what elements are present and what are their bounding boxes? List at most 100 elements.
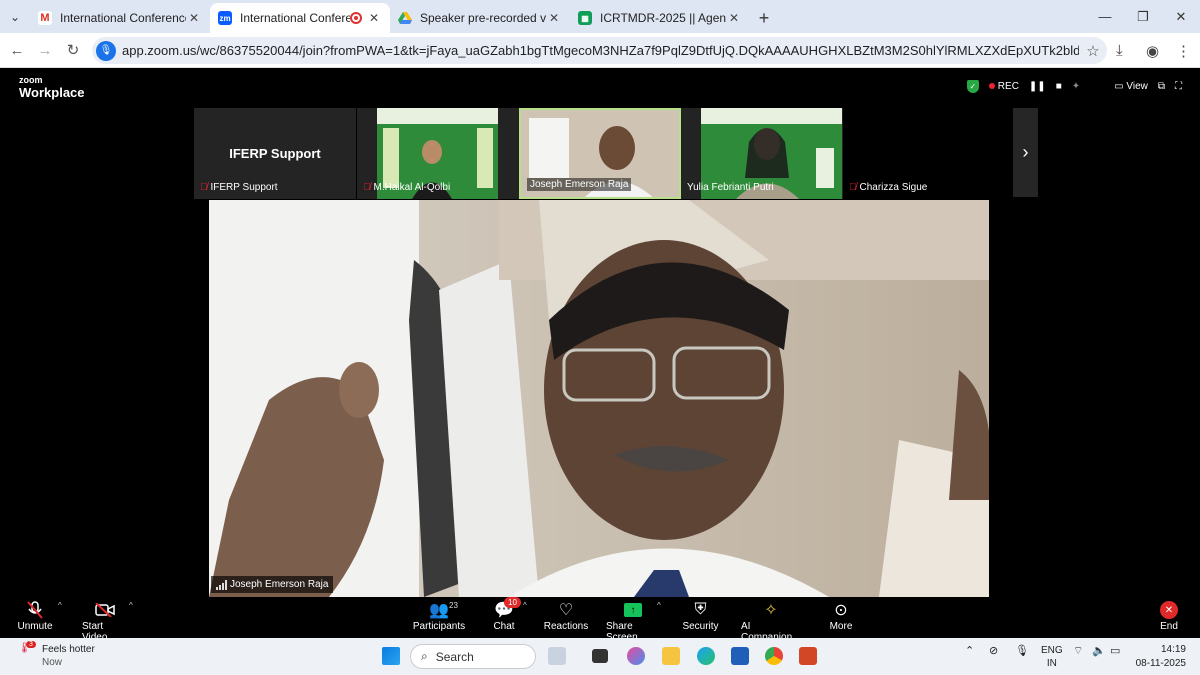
- muted-mic-icon: 🎙̸: [363, 182, 371, 193]
- muted-microphone-icon: [27, 599, 43, 621]
- tab-title: Speaker pre-recorded video - G: [420, 11, 546, 25]
- more-button[interactable]: ⊙ More: [828, 599, 854, 632]
- battery-icon[interactable]: ▭: [1110, 644, 1120, 657]
- weather-widget[interactable]: 🌡 3 Feels hotter Now: [18, 641, 95, 669]
- tab-zoom[interactable]: zm International Conference o ✕: [210, 3, 390, 33]
- audio-level-icon: [216, 579, 227, 590]
- sheets-icon: ▦: [578, 11, 592, 25]
- record-dot-icon: [988, 83, 995, 89]
- video-off-icon: [95, 599, 115, 621]
- microphone-icon[interactable]: 🎙: [96, 40, 116, 61]
- chat-button[interactable]: 💬 10 Chat: [493, 597, 521, 632]
- minimize-icon[interactable]: —: [1086, 0, 1124, 33]
- taskbar-search-box[interactable]: ⌕ Search: [410, 644, 536, 669]
- speaker-video-frame: [209, 200, 989, 597]
- participant-display-name: IFERP Support: [229, 146, 321, 161]
- bookmark-star-icon[interactable]: ☆: [1079, 42, 1107, 60]
- recording-indicator: REC: [988, 81, 1019, 92]
- muted-mic-icon: 🎙̸: [200, 182, 208, 193]
- chat-options-caret-icon[interactable]: ^: [523, 601, 527, 610]
- back-icon[interactable]: ←: [3, 42, 31, 59]
- new-tab-button[interactable]: +: [750, 3, 778, 33]
- main-speaker-video: Joseph Emerson Raja: [209, 200, 989, 597]
- ai-companion-button[interactable]: ✧ AI Companion: [741, 599, 801, 643]
- url-field[interactable]: 🎙 app.zoom.us/wc/86375520044/join?fromPW…: [92, 37, 1107, 64]
- restore-icon[interactable]: ❐: [1124, 0, 1162, 33]
- main-speaker-name-label: Joseph Emerson Raja: [211, 576, 334, 593]
- unmute-button[interactable]: Unmute: [18, 599, 53, 632]
- reload-icon[interactable]: ↻: [59, 41, 87, 59]
- close-tab-icon[interactable]: ✕: [186, 11, 202, 25]
- zoom-header: zoom Workplace ✓ REC ❚❚ ■ ✦ ▭ View ⧉ ⛶: [0, 68, 1200, 108]
- muted-mic-icon: 🎙̸: [849, 182, 857, 193]
- encryption-shield-icon[interactable]: ✓: [966, 80, 979, 93]
- fullscreen-icon[interactable]: ⛶: [1175, 81, 1182, 92]
- participant-tile-active[interactable]: Joseph Emerson Raja: [519, 108, 681, 199]
- tab-gmail[interactable]: M International Conference on Re ✕: [30, 3, 210, 33]
- close-tab-icon[interactable]: ✕: [366, 11, 382, 25]
- share-options-caret-icon[interactable]: ^: [657, 601, 661, 610]
- participant-tile[interactable]: IFERP Support 🎙̸ IFERP Support: [194, 108, 356, 199]
- microphone-tray-icon[interactable]: 🎙: [1015, 644, 1029, 657]
- pinned-app-icon[interactable]: [548, 647, 566, 665]
- powerpoint-icon[interactable]: [799, 647, 817, 665]
- show-hidden-icons-chevron[interactable]: ⌃: [965, 644, 974, 657]
- chrome-icon[interactable]: [765, 647, 783, 665]
- pip-icon[interactable]: ⧉: [1158, 81, 1165, 92]
- video-options-caret-icon[interactable]: ^: [129, 601, 133, 610]
- copilot-icon[interactable]: [627, 647, 645, 665]
- chat-bubble-icon: 💬 10: [494, 597, 521, 621]
- sparkle-icon[interactable]: ✦: [1072, 81, 1080, 92]
- participant-tile[interactable]: Yulia Febrianti Putri: [681, 108, 843, 199]
- audio-options-caret-icon[interactable]: ^: [58, 601, 62, 610]
- task-view-icon[interactable]: [592, 649, 608, 663]
- participants-icon: 👥 23: [429, 601, 458, 619]
- pause-recording-icon[interactable]: ❚❚: [1029, 81, 1046, 92]
- heart-icon: ♡: [558, 602, 574, 619]
- close-tab-icon[interactable]: ✕: [546, 11, 562, 25]
- end-meeting-button[interactable]: ✕ End: [1158, 599, 1180, 632]
- tab-title: International Conference on Re: [60, 11, 186, 25]
- participant-tile[interactable]: 🎙̸ M.Haikal Al-Qolbi: [357, 108, 519, 199]
- tab-title: International Conference o: [240, 11, 350, 25]
- share-screen-button[interactable]: ↑ Share Screen: [606, 599, 660, 643]
- next-page-chevron-icon[interactable]: ›: [1013, 108, 1038, 197]
- chat-unread-badge: 10: [504, 597, 521, 608]
- edge-browser-icon[interactable]: [697, 647, 715, 665]
- security-button[interactable]: ⛨ Security: [682, 599, 718, 632]
- profile-avatar-icon[interactable]: ◉: [1146, 33, 1159, 68]
- tab-drive[interactable]: Speaker pre-recorded video - G ✕: [390, 3, 570, 33]
- system-clock[interactable]: 14:19 08-11-2025: [1136, 643, 1186, 671]
- window-controls: — ❐ ✕: [1086, 0, 1200, 33]
- wifi-icon[interactable]: ⌔: [1073, 644, 1083, 658]
- start-video-button[interactable]: Start Video: [82, 599, 128, 643]
- windows-start-icon[interactable]: [382, 647, 400, 665]
- end-call-icon: ✕: [1160, 601, 1178, 619]
- file-explorer-icon[interactable]: [662, 647, 680, 665]
- participants-button[interactable]: 👥 23 Participants: [413, 599, 465, 632]
- close-window-icon[interactable]: ✕: [1162, 0, 1200, 33]
- menu-kebab-icon[interactable]: ⋮: [1176, 33, 1191, 68]
- close-tab-icon[interactable]: ✕: [726, 11, 742, 25]
- participant-tile[interactable]: 🎙̸ Charizza Sigue: [843, 108, 1005, 199]
- zoom-header-controls: ✓ REC ❚❚ ■ ✦ ▭ View ⧉ ⛶: [966, 80, 1182, 93]
- url-text: app.zoom.us/wc/86375520044/join?fromPWA=…: [122, 43, 1079, 58]
- address-bar: ← → ↻ 🎙 app.zoom.us/wc/86375520044/join?…: [0, 33, 1200, 68]
- input-language-indicator[interactable]: ENG IN: [1041, 644, 1063, 670]
- gmail-icon: M: [38, 11, 52, 25]
- store-icon[interactable]: [731, 647, 749, 665]
- stop-recording-icon[interactable]: ■: [1056, 81, 1062, 92]
- recording-icon: [350, 12, 362, 24]
- ai-sparkle-icon: ✧: [764, 602, 778, 619]
- view-button[interactable]: ▭ View: [1114, 81, 1148, 92]
- thermometer-icon: 🌡 3: [18, 641, 36, 659]
- forward-icon[interactable]: →: [31, 42, 59, 59]
- location-off-icon[interactable]: ⊘: [989, 644, 998, 657]
- download-icon[interactable]: ⤓: [1116, 33, 1123, 68]
- reactions-button[interactable]: ♡ Reactions: [544, 599, 588, 632]
- tab-search-icon[interactable]: ⌄: [0, 0, 30, 33]
- tab-sheets[interactable]: ▦ ICRTMDR-2025 || Agenda - Goo ✕: [570, 3, 750, 33]
- volume-icon[interactable]: 🔈: [1092, 644, 1106, 657]
- windows-taskbar: 🌡 3 Feels hotter Now ⌕ Search ⌃ ⊘ 🎙 ENG IN…: [0, 638, 1200, 675]
- share-screen-icon: ↑: [624, 603, 642, 617]
